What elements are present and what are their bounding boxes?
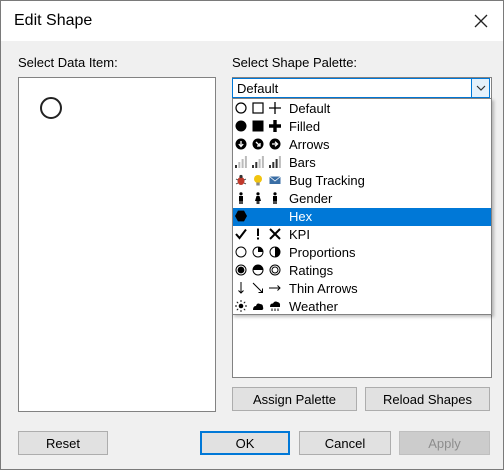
shape-palette-dropdown[interactable]: Default Filled Arrows Bars Bug Tracking Gende… (232, 98, 492, 315)
reset-button[interactable]: Reset (18, 431, 108, 455)
checkmark-icon (235, 228, 247, 240)
palette-option-label: Thin Arrows (289, 281, 358, 296)
assign-palette-button[interactable]: Assign Palette (232, 387, 357, 411)
palette-option-label: Default (289, 101, 331, 116)
x-mark-icon (269, 228, 281, 240)
filled-circle-icon (235, 120, 247, 132)
palette-option-thin-arrows[interactable]: Thin Arrows (233, 280, 491, 298)
palette-option-kpi[interactable]: KPI (233, 226, 491, 244)
palette-option-icons (235, 210, 285, 224)
palette-option-label: KPI (289, 227, 310, 242)
palette-option-filled[interactable]: Filled (233, 118, 491, 136)
palette-option-bug-tracking[interactable]: Bug Tracking (233, 172, 491, 190)
thin-arrow-down-right-icon (252, 282, 263, 293)
palette-option-icons (235, 192, 285, 206)
palette-option-ratings[interactable]: Ratings (233, 262, 491, 280)
exclamation-icon (257, 228, 259, 240)
ok-button[interactable]: OK (200, 431, 290, 455)
palette-option-icons (235, 300, 285, 314)
bars-high-icon (269, 156, 281, 168)
shape-palette-select-value: Default (237, 81, 279, 96)
reload-shapes-button[interactable]: Reload Shapes (365, 387, 490, 411)
rating-half-icon (252, 264, 264, 276)
sun-icon (235, 300, 247, 312)
arrow-right-circle-icon (269, 138, 281, 150)
palette-option-label: Bars (289, 155, 316, 170)
close-button[interactable] (459, 1, 503, 41)
palette-option-icons (235, 264, 285, 278)
palette-option-hex[interactable]: Hex (233, 208, 491, 226)
cancel-button[interactable]: Cancel (299, 431, 391, 455)
palette-option-icons (235, 228, 285, 242)
bars-medium-icon (252, 156, 264, 168)
bars-low-icon (235, 156, 247, 168)
arrow-down-right-circle-icon (252, 138, 264, 150)
palette-option-icons (235, 138, 285, 152)
envelope-icon (269, 176, 281, 184)
dialog-title: Edit Shape (14, 12, 93, 29)
plus-icon (269, 102, 281, 114)
palette-option-label: Weather (289, 299, 338, 314)
proportion-quarter-icon (252, 246, 264, 258)
palette-option-label: Arrows (289, 137, 330, 152)
proportion-half-icon (269, 246, 281, 258)
data-item-shape-circle[interactable] (40, 97, 62, 119)
dropdown-arrow-button[interactable] (471, 79, 489, 97)
palette-option-icons (235, 156, 285, 170)
palette-option-proportions[interactable]: Proportions (233, 244, 491, 262)
close-icon (474, 14, 488, 28)
title-bar: Edit Shape (1, 1, 503, 41)
thin-arrow-down-icon (238, 282, 244, 294)
palette-option-icons (235, 120, 285, 134)
hexagon-icon (235, 210, 247, 222)
palette-option-label: Ratings (289, 263, 334, 278)
palette-option-icons (235, 102, 285, 116)
square-outline-icon (252, 102, 264, 114)
rain-icon (270, 301, 281, 311)
arrow-down-circle-icon (235, 138, 247, 150)
edit-shape-dialog: Edit Shape Select Data Item: Select Shap… (0, 0, 504, 470)
chevron-down-icon (476, 85, 485, 91)
rating-ring-icon (269, 264, 281, 276)
palette-option-icons (235, 246, 285, 260)
palette-option-gender[interactable]: Gender (233, 190, 491, 208)
palette-option-icons (235, 282, 285, 296)
filled-square-icon (252, 120, 264, 132)
palette-option-label: Hex (289, 209, 313, 224)
apply-button: Apply (399, 431, 490, 455)
palette-option-arrows[interactable]: Arrows (233, 136, 491, 154)
select-shape-palette-label: Select Shape Palette: (232, 55, 358, 70)
palette-option-label: Filled (289, 119, 321, 134)
palette-option-bars[interactable]: Bars (233, 154, 491, 172)
female-figure-icon (255, 192, 261, 204)
palette-option-label: Proportions (289, 245, 356, 260)
thin-arrow-right-icon (269, 285, 281, 291)
select-data-item-label: Select Data Item: (18, 55, 118, 70)
cloud-icon (253, 303, 264, 310)
palette-option-weather[interactable]: Weather (233, 298, 491, 316)
data-item-list[interactable] (18, 77, 216, 412)
palette-option-default[interactable]: Default (233, 100, 491, 118)
palette-option-label: Bug Tracking (289, 173, 365, 188)
rating-full-icon (235, 264, 247, 276)
male-figure-alt-icon (273, 192, 277, 204)
filled-plus-icon (269, 120, 281, 132)
proportion-empty-icon (235, 246, 247, 258)
male-figure-icon (239, 192, 243, 204)
bug-icon (235, 174, 247, 185)
palette-option-icons (235, 174, 285, 188)
circle-outline-icon (235, 102, 247, 114)
lightbulb-icon (254, 175, 262, 186)
shape-palette-select[interactable]: Default (232, 78, 490, 98)
palette-option-label: Gender (289, 191, 333, 206)
